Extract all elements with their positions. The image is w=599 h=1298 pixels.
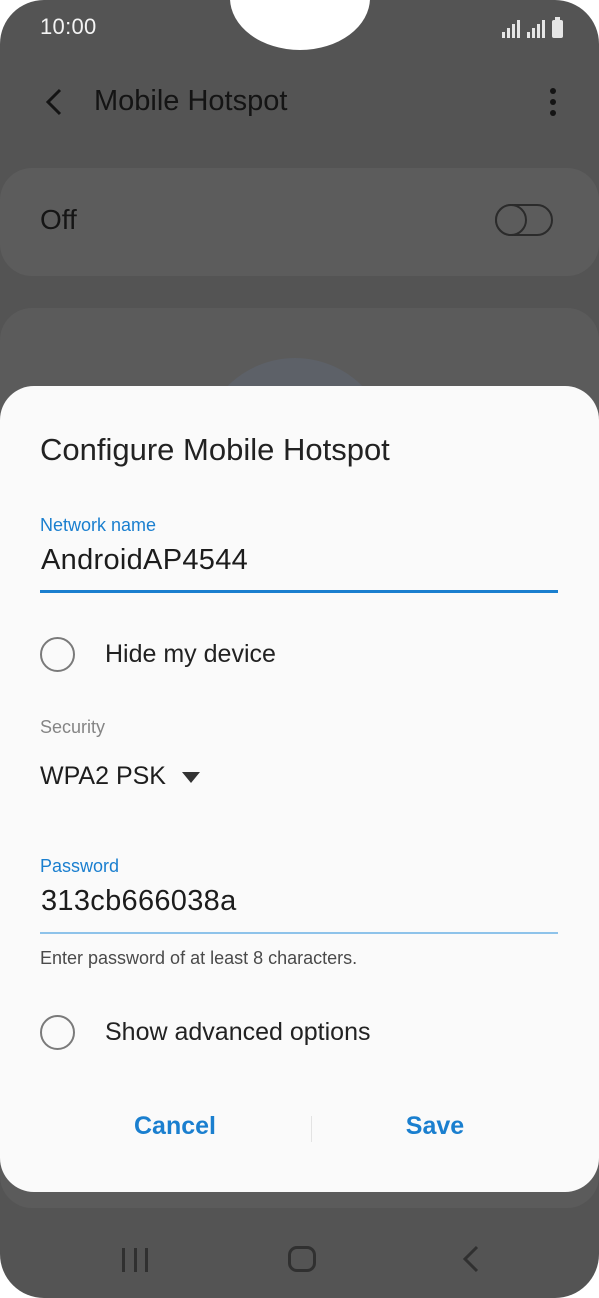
signal-icon: [502, 20, 520, 38]
security-label: Security: [40, 717, 106, 737]
hotspot-switch-card[interactable]: Off: [0, 168, 599, 276]
status-time: 10:00: [40, 14, 97, 39]
more-vert-icon: [550, 88, 556, 94]
toggle-knob: [495, 204, 527, 236]
hotspot-toggle[interactable]: [495, 204, 553, 236]
recents-button[interactable]: [122, 1248, 148, 1272]
password-helper-text: Enter password of at least 8 characters.: [40, 948, 358, 968]
hotspot-switch-label: Off: [40, 204, 77, 235]
dropdown-arrow-icon: [181, 772, 200, 783]
phone-screen: 10:00 Mobile Hotspot Off Configure Mobil…: [0, 0, 599, 1298]
network-name-underline: [40, 590, 558, 593]
signal-icon-2: [527, 20, 545, 38]
hide-device-radio[interactable]: [40, 637, 75, 672]
battery-icon: [552, 17, 563, 38]
home-button[interactable]: [288, 1246, 316, 1272]
app-bar: Mobile Hotspot: [0, 70, 599, 134]
more-options-button[interactable]: [541, 82, 565, 122]
page-title: Mobile Hotspot: [94, 85, 288, 117]
dialog-title: Configure Mobile Hotspot: [40, 432, 390, 467]
advanced-options-radio[interactable]: [40, 1015, 75, 1050]
chevron-left-icon: [45, 88, 62, 116]
back-nav-icon[interactable]: [458, 1244, 482, 1274]
security-dropdown[interactable]: WPA2 PSK: [40, 762, 200, 791]
navigation-bar: [0, 1222, 599, 1298]
recents-icon: [122, 1248, 125, 1272]
status-icons: [502, 16, 563, 38]
button-divider: [311, 1116, 312, 1142]
password-label: Password: [40, 856, 120, 876]
password-input[interactable]: 313cb666038a: [41, 885, 237, 918]
network-name-input[interactable]: AndroidAP4544: [41, 544, 248, 577]
save-button[interactable]: Save: [345, 1112, 525, 1141]
security-value: WPA2 PSK: [40, 762, 166, 790]
back-button[interactable]: [34, 82, 74, 122]
network-name-label: Network name: [40, 515, 157, 535]
password-underline: [40, 932, 558, 934]
cancel-button[interactable]: Cancel: [85, 1112, 265, 1141]
advanced-options-label[interactable]: Show advanced options: [105, 1018, 370, 1047]
configure-hotspot-dialog: Configure Mobile Hotspot Network name An…: [0, 386, 599, 1192]
hide-device-label[interactable]: Hide my device: [105, 640, 276, 669]
